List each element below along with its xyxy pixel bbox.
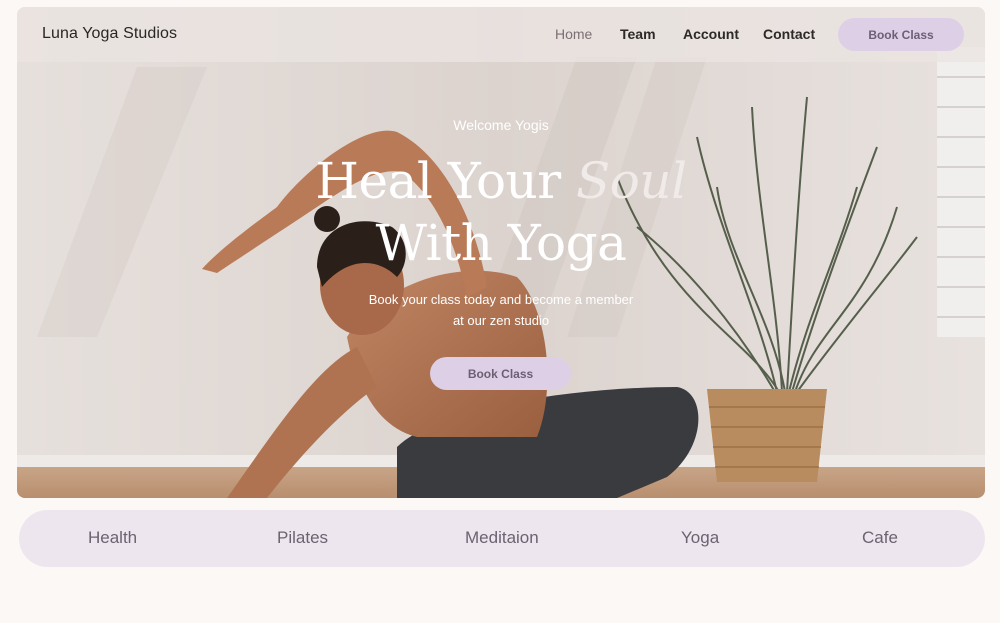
category-bar: Health Pilates Meditaion Yoga Cafe [19,510,985,567]
headline-italic: Soul [576,152,687,210]
category-meditaion[interactable]: Meditaion [465,528,539,548]
hero-book-class-button[interactable]: Book Class [430,357,571,390]
navbar: Luna Yoga Studios Home Team Account Cont… [17,7,985,62]
nav-account[interactable]: Account [683,26,739,42]
brand-logo[interactable]: Luna Yoga Studios [42,25,177,43]
category-health[interactable]: Health [88,528,137,548]
category-pilates[interactable]: Pilates [277,528,328,548]
hero-subtext: Book your class today and become a membe… [301,289,701,331]
page: Luna Yoga Studios Home Team Account Cont… [0,0,1000,623]
hero-banner: Luna Yoga Studios Home Team Account Cont… [17,7,985,498]
headline-line2: With Yoga [375,214,627,272]
category-yoga[interactable]: Yoga [681,528,719,548]
nav-book-class-button[interactable]: Book Class [838,18,964,51]
hero-headline: Heal Your Soul With Yoga [17,150,985,274]
nav-home[interactable]: Home [555,26,592,42]
subtext-line2: at our zen studio [452,313,550,328]
nav-team[interactable]: Team [620,26,656,42]
headline-part1: Heal Your [315,152,577,210]
subtext-line1: Book your class today and become a membe… [368,292,634,307]
nav-contact[interactable]: Contact [763,26,815,42]
category-cafe[interactable]: Cafe [862,528,898,548]
hero-eyebrow: Welcome Yogis [453,117,549,133]
